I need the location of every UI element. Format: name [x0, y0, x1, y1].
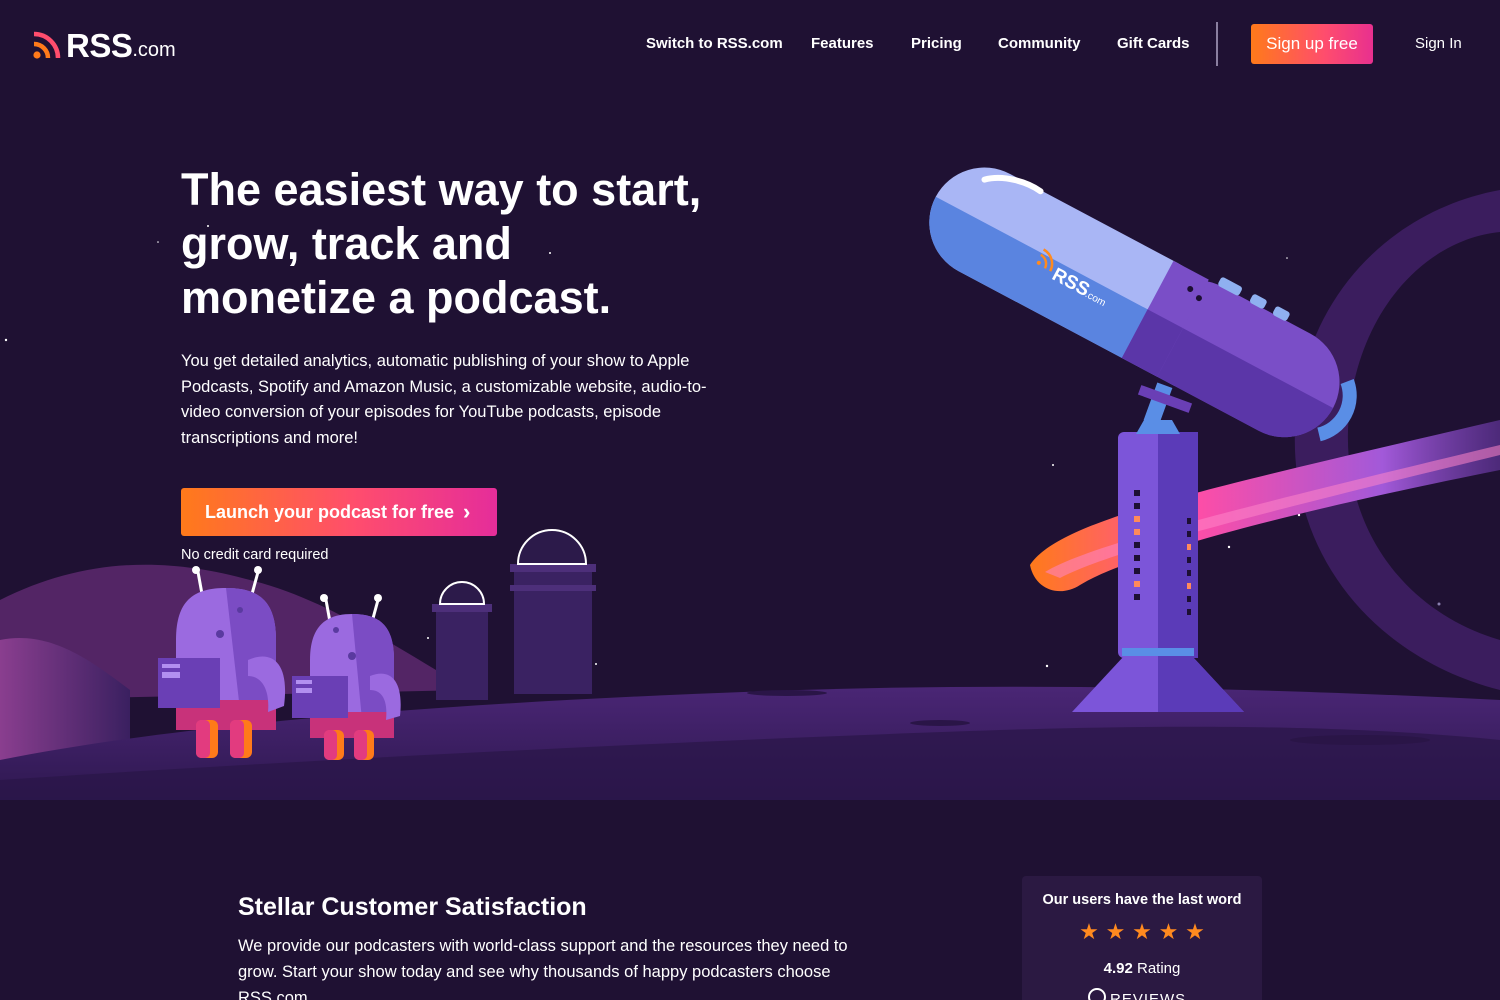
hero-title: The easiest way to start, grow, track an… — [181, 163, 821, 325]
rating-summary: 4.92 Rating — [1022, 958, 1262, 980]
nav-pricing[interactable]: Pricing — [911, 32, 962, 56]
chevron-right-icon: › — [463, 499, 471, 524]
reviews-label: REVIEWS — [1110, 991, 1187, 1000]
rss-logo[interactable]: RSS .com — [32, 26, 176, 62]
no-credit-card-note: No credit card required — [181, 547, 329, 563]
observatory-towers — [432, 529, 596, 700]
sign-in-link[interactable]: Sign In — [1415, 32, 1462, 56]
telescope: RSS .com — [929, 167, 1357, 712]
nav-features[interactable]: Features — [811, 32, 874, 56]
review-heading: Our users have the last word — [1042, 892, 1242, 908]
nav-switch-to-rss[interactable]: Switch to RSS.com — [646, 32, 783, 56]
star-icon: ★ — [1158, 919, 1179, 944]
rating-label: Rating — [1137, 960, 1181, 977]
satisfaction-title: Stellar Customer Satisfaction — [238, 893, 587, 921]
sign-up-button[interactable]: Sign up free — [1251, 24, 1373, 64]
hero-title-line: grow, track and — [181, 218, 512, 269]
nav-divider — [1216, 22, 1218, 66]
launch-podcast-button[interactable]: Launch your podcast for free › — [181, 488, 497, 536]
hero-description: You get detailed analytics, automatic pu… — [181, 352, 707, 448]
nav-community[interactable]: Community — [998, 32, 1081, 56]
reviews-link[interactable]: REVIEWS — [1088, 988, 1248, 1000]
launch-podcast-label: Launch your podcast for free — [205, 502, 455, 522]
nav-gift-cards[interactable]: Gift Cards — [1117, 32, 1190, 56]
hero-title-line: The easiest way to start, — [181, 164, 702, 215]
logo-suffix: .com — [132, 39, 176, 61]
star-rating: ★ ★ ★ ★ ★ — [1079, 919, 1205, 944]
rss-feed-icon — [33, 31, 61, 59]
site-header: RSS .com Switch to RSS.com Features Pric… — [0, 0, 1500, 88]
star-icon: ★ — [1185, 919, 1205, 944]
page: RSS .com RSS .com Switch to RSS.com Feat… — [0, 0, 1500, 1000]
reviews-icon — [1088, 988, 1106, 1000]
review-card[interactable]: Our users have the last word ★ ★ ★ ★ ★ 4… — [1022, 876, 1262, 1000]
star-icon: ★ — [1105, 919, 1126, 944]
star-icon: ★ — [1079, 919, 1099, 944]
rating-value: 4.92 — [1103, 960, 1133, 977]
star-icon: ★ — [1132, 919, 1152, 944]
satisfaction-description: We provide our podcasters with world-cla… — [238, 937, 848, 1000]
logo-text: RSS — [66, 27, 133, 64]
hero-title-line: monetize a podcast. — [181, 272, 612, 323]
